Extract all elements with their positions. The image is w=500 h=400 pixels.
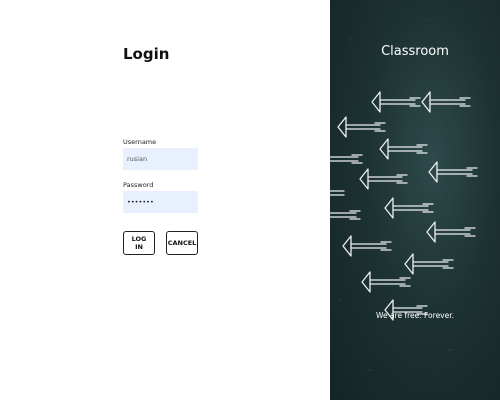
arrow-4 — [379, 138, 428, 160]
chalk-arrows-illustration — [330, 19, 491, 371]
arrow-6 — [428, 161, 478, 183]
arrow-8 — [330, 190, 345, 196]
arrow-2 — [421, 91, 471, 113]
arrow-14 — [361, 271, 411, 293]
login-form-panel: Login Username Password LOG IN CANCEL — [0, 0, 330, 400]
username-input[interactable] — [123, 148, 198, 170]
arrow-13 — [404, 253, 454, 275]
arrow-10 — [330, 210, 361, 220]
username-label: Username — [123, 138, 157, 146]
login-page: Login Username Password LOG IN CANCEL — [0, 0, 500, 400]
login-title: Login — [123, 45, 170, 63]
arrow-7 — [359, 168, 408, 190]
arrow-12 — [342, 235, 392, 257]
chalkboard-panel: Classroom We are free. Forever. — [330, 0, 500, 400]
arrow-3 — [337, 116, 386, 138]
arrow-5 — [330, 154, 363, 164]
cancel-button[interactable]: CANCEL — [166, 231, 198, 255]
tagline-text: We are free. Forever. — [375, 311, 455, 320]
password-input[interactable] — [123, 191, 198, 213]
arrow-11 — [426, 221, 476, 243]
arrow-1 — [371, 91, 421, 113]
login-button[interactable]: LOG IN — [123, 231, 155, 255]
classroom-title: Classroom — [381, 44, 449, 59]
password-label: Password — [123, 181, 154, 189]
arrow-9 — [384, 197, 434, 219]
